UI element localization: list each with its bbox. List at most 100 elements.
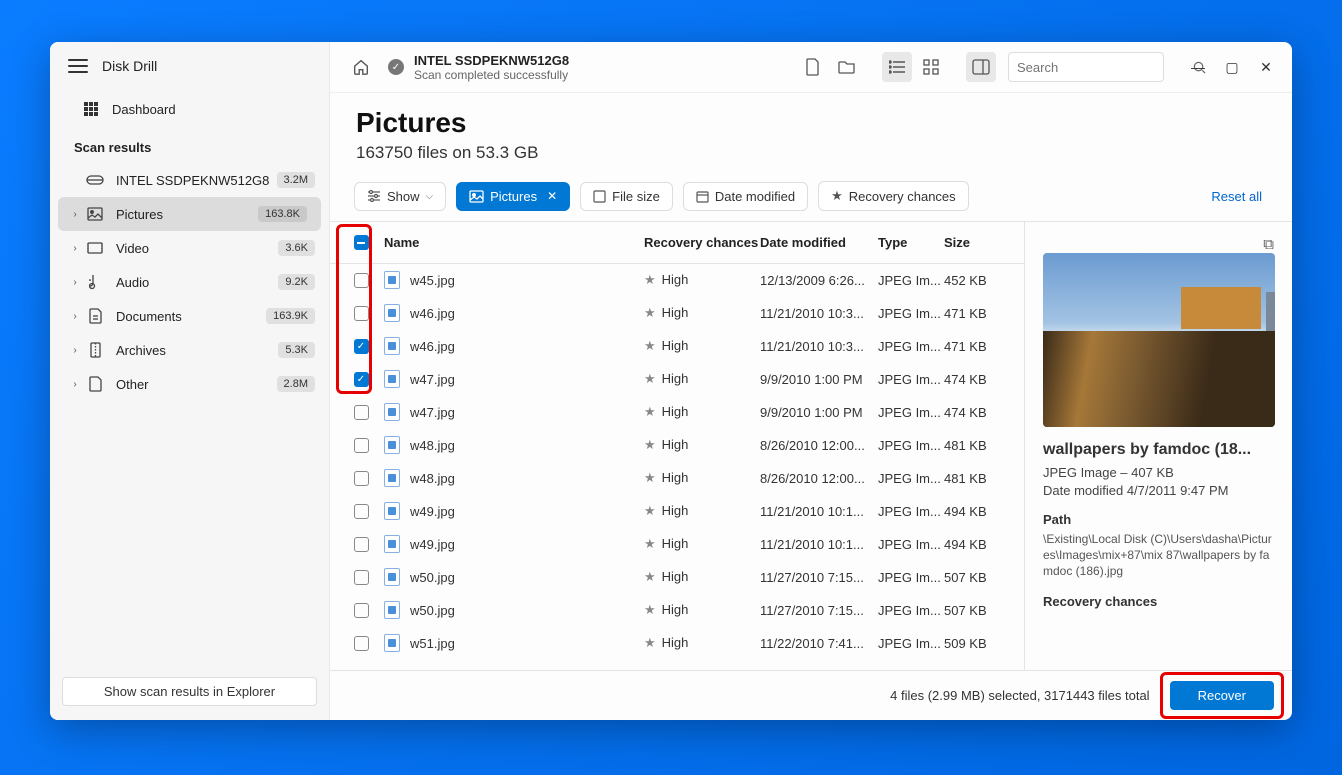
- col-recovery[interactable]: Recovery chances: [644, 235, 760, 250]
- table-row[interactable]: w47.jpg ★High 9/9/2010 1:00 PM JPEG Im..…: [330, 396, 1024, 429]
- filter-recovery[interactable]: ★ Recovery chances: [818, 181, 969, 211]
- star-icon: ★: [644, 503, 656, 518]
- page-subtitle: 163750 files on 53.3 GB: [356, 143, 1266, 163]
- file-name: w50.jpg: [410, 603, 455, 618]
- recovery-value: High: [662, 536, 689, 551]
- table-row[interactable]: w49.jpg ★High 11/21/2010 10:1... JPEG Im…: [330, 495, 1024, 528]
- sidebar: Disk Drill Dashboard Scan results INTEL …: [50, 42, 330, 720]
- type-value: JPEG Im...: [878, 537, 944, 552]
- search-box[interactable]: [1008, 52, 1164, 82]
- recovery-value: High: [662, 305, 689, 320]
- row-checkbox[interactable]: [354, 570, 369, 585]
- app-title: Disk Drill: [102, 58, 157, 74]
- col-name[interactable]: Name: [378, 235, 644, 250]
- close-button[interactable]: ✕: [1256, 59, 1276, 76]
- table-row[interactable]: w49.jpg ★High 11/21/2010 10:1... JPEG Im…: [330, 528, 1024, 561]
- sidebar-item-other[interactable]: › Other 2.8M: [50, 367, 329, 401]
- star-icon: ★: [644, 569, 656, 584]
- open-external-icon[interactable]: ⧉: [1263, 236, 1274, 253]
- sidebar-item-badge: 9.2K: [278, 274, 315, 290]
- row-checkbox[interactable]: [354, 438, 369, 453]
- nav-section-scan-results: Scan results: [50, 132, 329, 163]
- category-icon: [86, 375, 104, 393]
- table-row[interactable]: w46.jpg ★High 11/21/2010 10:3... JPEG Im…: [330, 330, 1024, 363]
- nav-dashboard[interactable]: Dashboard: [50, 92, 329, 126]
- file-name: w45.jpg: [410, 273, 455, 288]
- size-value: 471 KB: [944, 339, 1010, 354]
- table-row[interactable]: w47.jpg ★High 9/9/2010 1:00 PM JPEG Im..…: [330, 363, 1024, 396]
- file-icon: [384, 568, 400, 586]
- grid-icon: [82, 100, 100, 118]
- row-checkbox[interactable]: [354, 537, 369, 552]
- row-checkbox[interactable]: [354, 471, 369, 486]
- filter-pictures[interactable]: Pictures ✕: [456, 182, 570, 211]
- row-checkbox[interactable]: [354, 372, 369, 387]
- view-panel-icon[interactable]: [966, 52, 996, 82]
- hamburger-icon[interactable]: [68, 59, 88, 73]
- sidebar-item-badge: 2.8M: [277, 376, 315, 392]
- table-row[interactable]: w50.jpg ★High 11/27/2010 7:15... JPEG Im…: [330, 561, 1024, 594]
- view-grid-icon[interactable]: [916, 52, 946, 82]
- date-value: 12/13/2009 6:26...: [760, 273, 878, 288]
- file-name: w49.jpg: [410, 504, 455, 519]
- scan-status: Scan completed successfully: [414, 68, 569, 82]
- table-row[interactable]: w48.jpg ★High 8/26/2010 12:00... JPEG Im…: [330, 462, 1024, 495]
- table-row[interactable]: w50.jpg ★High 11/27/2010 7:15... JPEG Im…: [330, 594, 1024, 627]
- filter-filesize[interactable]: File size: [580, 182, 673, 211]
- preview-image: [1043, 253, 1275, 427]
- row-checkbox[interactable]: [354, 636, 369, 651]
- filter-date[interactable]: Date modified: [683, 182, 808, 211]
- table-row[interactable]: w46.jpg ★High 11/21/2010 10:3... JPEG Im…: [330, 297, 1024, 330]
- row-checkbox[interactable]: [354, 273, 369, 288]
- table-row[interactable]: w48.jpg ★High 8/26/2010 12:00... JPEG Im…: [330, 429, 1024, 462]
- sidebar-item-archives[interactable]: › Archives 5.3K: [50, 333, 329, 367]
- view-folder-icon[interactable]: [832, 52, 862, 82]
- file-name: w49.jpg: [410, 537, 455, 552]
- sidebar-item-label: Video: [116, 241, 278, 256]
- row-checkbox[interactable]: [354, 603, 369, 618]
- recover-button[interactable]: Recover: [1170, 681, 1274, 710]
- close-filter-icon[interactable]: ✕: [547, 189, 557, 203]
- date-value: 11/21/2010 10:1...: [760, 504, 878, 519]
- view-file-icon[interactable]: [798, 52, 828, 82]
- home-icon[interactable]: [346, 52, 376, 82]
- row-checkbox[interactable]: [354, 405, 369, 420]
- sidebar-item-badge: 5.3K: [278, 342, 315, 358]
- sidebar-item-pictures[interactable]: › Pictures 163.8K: [58, 197, 321, 231]
- category-icon: [86, 239, 104, 257]
- sidebar-item-intel-ssdpeknw512g8[interactable]: INTEL SSDPEKNW512G8 3.2M: [50, 163, 329, 197]
- col-date[interactable]: Date modified: [760, 235, 878, 250]
- date-value: 11/21/2010 10:3...: [760, 339, 878, 354]
- table-row[interactable]: w45.jpg ★High 12/13/2009 6:26... JPEG Im…: [330, 264, 1024, 297]
- view-list-icon[interactable]: [882, 52, 912, 82]
- search-input[interactable]: [1017, 60, 1193, 75]
- file-name: w47.jpg: [410, 372, 455, 387]
- sidebar-item-audio[interactable]: › Audio 9.2K: [50, 265, 329, 299]
- sidebar-item-documents[interactable]: › Documents 163.9K: [50, 299, 329, 333]
- type-value: JPEG Im...: [878, 504, 944, 519]
- maximize-button[interactable]: ▢: [1222, 59, 1242, 76]
- col-type[interactable]: Type: [878, 235, 944, 250]
- type-value: JPEG Im...: [878, 570, 944, 585]
- topbar: ✓ INTEL SSDPEKNW512G8 Scan completed suc…: [330, 42, 1292, 93]
- size-value: 494 KB: [944, 537, 1010, 552]
- star-icon: ★: [644, 635, 656, 650]
- chevron-right-icon: [70, 175, 80, 186]
- row-checkbox[interactable]: [354, 306, 369, 321]
- chevron-down-icon: ⌵: [426, 191, 434, 202]
- reset-all-link[interactable]: Reset all: [1211, 189, 1268, 204]
- show-in-explorer-button[interactable]: Show scan results in Explorer: [62, 677, 317, 706]
- table-row[interactable]: w51.jpg ★High 11/22/2010 7:41... JPEG Im…: [330, 627, 1024, 660]
- detail-recovery-label: Recovery chances: [1043, 594, 1274, 609]
- minimize-button[interactable]: ―: [1188, 59, 1208, 76]
- row-checkbox[interactable]: [354, 504, 369, 519]
- category-icon: [86, 273, 104, 291]
- chevron-right-icon: ›: [70, 379, 80, 390]
- sidebar-item-video[interactable]: › Video 3.6K: [50, 231, 329, 265]
- file-name: w47.jpg: [410, 405, 455, 420]
- file-icon: [384, 271, 400, 289]
- col-size[interactable]: Size: [944, 235, 1010, 250]
- row-checkbox[interactable]: [354, 339, 369, 354]
- filter-show[interactable]: Show ⌵: [354, 182, 446, 211]
- select-all-checkbox[interactable]: [354, 235, 369, 250]
